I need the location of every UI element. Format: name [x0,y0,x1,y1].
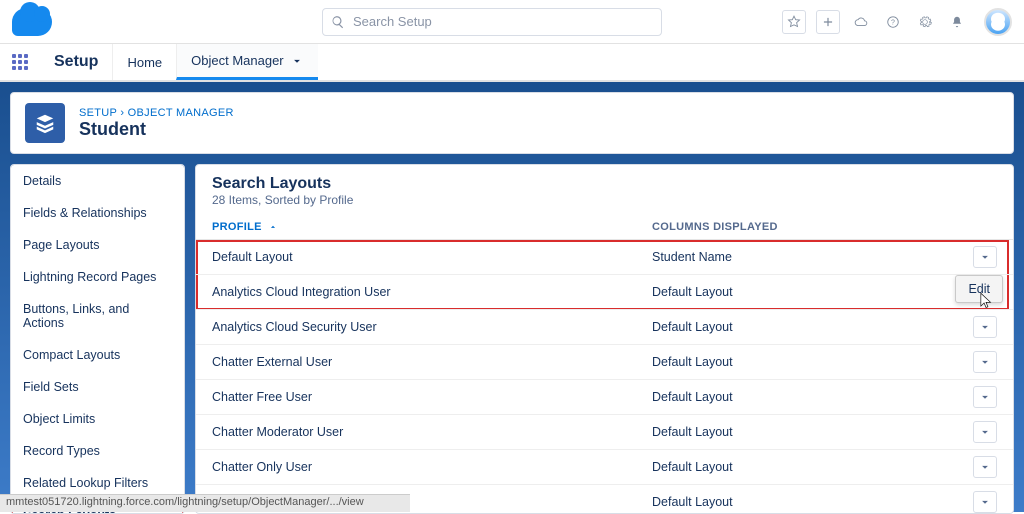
tab-home[interactable]: Home [112,44,176,80]
object-icon [25,103,65,143]
plus-icon [821,15,835,29]
panel-title: Search Layouts [212,175,997,193]
table-body[interactable]: Default Layout Student Name Analytics Cl… [196,240,1013,513]
tab-object-manager[interactable]: Object Manager [176,44,318,80]
sort-asc-icon [268,222,278,232]
content-columns: Details Fields & Relationships Page Layo… [10,164,1014,514]
browser-status-bar: mmtest051720.lightning.force.com/lightni… [0,494,410,512]
cell-columns: Default Layout [652,425,973,439]
notifications-button[interactable] [946,11,968,33]
table-row[interactable]: Default Layout Student Name [196,240,1013,275]
cell-columns: Default Layout [652,460,973,474]
main-panel: Search Layouts 28 Items, Sorted by Profi… [195,164,1014,514]
cloud-icon [854,15,868,29]
chevron-down-icon [978,250,992,264]
chevron-down-icon [978,355,992,369]
table-row[interactable]: Analytics Cloud Integration User Default… [196,275,1013,310]
breadcrumb-root[interactable]: SETUP [79,107,117,119]
row-actions-button[interactable] [973,246,997,268]
favorites-button[interactable] [782,10,806,34]
chevron-down-icon [978,320,992,334]
sidebar-item-field-sets[interactable]: Field Sets [11,371,184,403]
sidebar-item-record-types[interactable]: Record Types [11,435,184,467]
waffle-icon [12,54,28,70]
chevron-down-icon [978,425,992,439]
question-icon: ? [886,15,900,29]
chevron-down-icon [290,54,304,68]
search-icon [331,15,345,29]
setup-frame: SETUP › OBJECT MANAGER Student Details F… [0,82,1024,512]
sidebar-item-page-layouts[interactable]: Page Layouts [11,229,184,261]
table-row[interactable]: Chatter Moderator User Default Layout [196,415,1013,450]
cell-profile: Default Layout [212,250,652,264]
chevron-down-icon [978,460,992,474]
global-header: Search Setup ? [0,0,1024,44]
cell-profile: Chatter External User [212,355,652,369]
cell-profile: Chatter Free User [212,390,652,404]
cell-columns: Default Layout [652,285,997,299]
app-nav: Setup Home Object Manager [0,44,1024,82]
header-actions: ? [782,8,1012,36]
gear-icon [918,15,932,29]
salesforce-logo-icon [12,8,52,36]
sidebar-item-details[interactable]: Details [11,165,184,197]
user-avatar[interactable] [984,8,1012,36]
col-header-profile[interactable]: PROFILE [212,221,652,233]
sidebar-item-object-limits[interactable]: Object Limits [11,403,184,435]
help-button[interactable]: ? [882,11,904,33]
app-launcher-button[interactable] [0,44,40,80]
row-actions-button[interactable] [973,316,997,338]
chevron-down-icon [978,495,992,509]
bell-icon [950,15,964,29]
svg-text:?: ? [891,19,895,26]
setup-gear-button[interactable] [914,11,936,33]
layers-icon [34,112,56,134]
cell-profile: Analytics Cloud Integration User [212,285,652,299]
setup-sidebar[interactable]: Details Fields & Relationships Page Layo… [10,164,185,514]
cell-columns: Student Name [652,250,973,264]
table-row[interactable]: Chatter Free User Default Layout [196,380,1013,415]
sidebar-item-lightning-pages[interactable]: Lightning Record Pages [11,261,184,293]
col-header-profile-label: PROFILE [212,221,262,233]
cell-columns: Default Layout [652,390,973,404]
cell-columns: Default Layout [652,495,973,509]
breadcrumb-leaf[interactable]: OBJECT MANAGER [128,107,234,119]
row-actions-button[interactable] [973,421,997,443]
table-header: PROFILE COLUMNS DISPLAYED [196,213,1013,240]
cell-columns: Default Layout [652,320,973,334]
row-actions-button[interactable] [973,491,997,513]
sidebar-item-compact-layouts[interactable]: Compact Layouts [11,339,184,371]
tab-object-manager-label: Object Manager [191,53,284,68]
panel-subtitle: 28 Items, Sorted by Profile [212,193,997,207]
cell-profile: Chatter Only User [212,460,652,474]
add-button[interactable] [816,10,840,34]
object-title: Student [79,119,234,140]
table-row[interactable]: Chatter Only User Default Layout [196,450,1013,485]
mouse-cursor-icon [979,292,993,310]
trailhead-button[interactable] [850,11,872,33]
page-header: SETUP › OBJECT MANAGER Student [10,92,1014,154]
global-search-input[interactable]: Search Setup [322,8,662,36]
app-name: Setup [40,44,112,80]
cell-profile: Chatter Moderator User [212,425,652,439]
row-actions-button[interactable] [973,386,997,408]
chevron-down-icon [978,390,992,404]
breadcrumb-sep: › [120,107,124,119]
search-placeholder: Search Setup [353,14,432,29]
star-icon [787,15,801,29]
sidebar-item-fields[interactable]: Fields & Relationships [11,197,184,229]
col-header-columns[interactable]: COLUMNS DISPLAYED [652,221,997,233]
table-row[interactable]: Chatter External User Default Layout [196,345,1013,380]
breadcrumb: SETUP › OBJECT MANAGER [79,107,234,119]
row-actions-button[interactable] [973,456,997,478]
row-actions-button[interactable] [973,351,997,373]
tab-home-label: Home [127,55,162,70]
sidebar-item-buttons-links[interactable]: Buttons, Links, and Actions [11,293,184,339]
cell-profile: Analytics Cloud Security User [212,320,652,334]
table-row[interactable]: Analytics Cloud Security User Default La… [196,310,1013,345]
cell-columns: Default Layout [652,355,973,369]
